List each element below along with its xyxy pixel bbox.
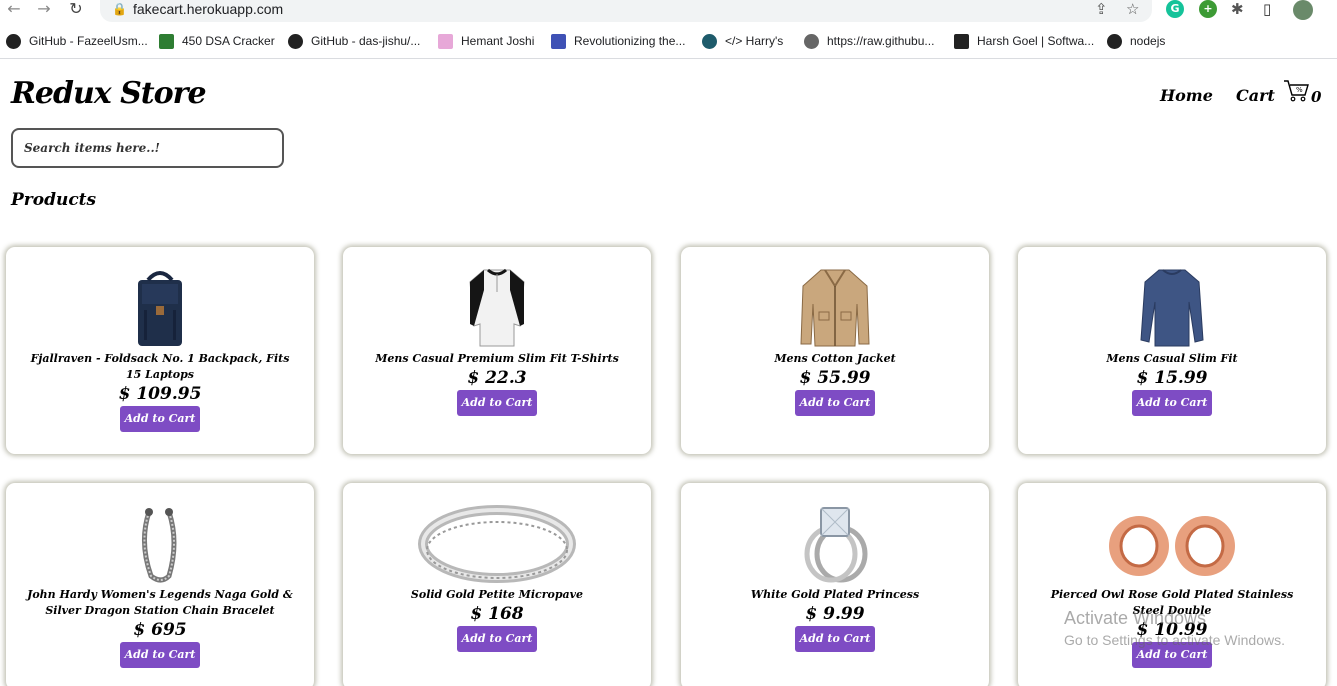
add-to-cart-button[interactable]: Add to Cart [795, 390, 875, 416]
bookmark-item[interactable]: Harsh Goel | Softwa... [954, 32, 1094, 50]
product-title: Mens Casual Slim Fit [1106, 352, 1238, 365]
product-card: Mens Casual Premium Slim Fit T-Shirts $ … [343, 247, 651, 454]
add-to-cart-button[interactable]: Add to Cart [120, 642, 200, 668]
grammarly-icon[interactable]: G [1166, 0, 1184, 18]
bookmark-item[interactable]: Hemant Joshi [438, 32, 534, 50]
product-price: $ 22.3 [467, 368, 527, 388]
product-image [417, 501, 577, 585]
product-card: Mens Casual Slim Fit $ 15.99 Add to Cart [1018, 247, 1326, 454]
brand-logo[interactable]: Redux Store [11, 76, 207, 111]
product-price: $ 55.99 [799, 368, 871, 388]
add-to-cart-button[interactable]: Add to Cart [1132, 390, 1212, 416]
github-icon [6, 33, 21, 49]
product-card: John Hardy Women's Legends Naga Gold & S… [6, 483, 314, 686]
bookmark-item[interactable]: 450 DSA Cracker [159, 32, 275, 50]
bookmark-item[interactable]: https://raw.githubu... [804, 32, 934, 50]
github-icon [1107, 33, 1122, 49]
bookmark-item[interactable]: Revolutionizing the... [551, 32, 685, 50]
activation-watermark-text: Go to Settings to activate Windows. [1064, 632, 1285, 648]
globe-icon [804, 33, 819, 49]
product-card: Pierced Owl Rose Gold Plated Stainless S… [1018, 483, 1326, 686]
product-image [442, 265, 552, 349]
avatar[interactable] [1293, 0, 1313, 20]
activation-watermark-title: Activate Windows [1064, 608, 1207, 628]
product-card: White Gold Plated Princess $ 9.99 Add to… [681, 483, 989, 686]
nav-home[interactable]: Home [1160, 86, 1213, 105]
product-title: John Hardy Women's Legends Naga Gold & S… [27, 588, 293, 617]
bookmark-item[interactable]: GitHub - das-jishu/... [288, 32, 420, 50]
product-card: Solid Gold Petite Micropave $ 168 Add to… [343, 483, 651, 686]
product-image [105, 501, 215, 585]
bookmark-star-icon[interactable]: ☆ [1126, 0, 1139, 18]
product-title: Solid Gold Petite Micropave [410, 588, 584, 601]
product-price: $ 9.99 [805, 604, 865, 624]
product-image [780, 501, 890, 585]
site-icon [438, 33, 453, 49]
puzzle-icon[interactable]: ✱ [1231, 0, 1244, 18]
product-title: White Gold Plated Princess [750, 588, 920, 601]
github-icon [288, 33, 303, 49]
bookmark-item[interactable]: GitHub - FazeelUsm... [6, 32, 148, 50]
products-heading: Products [11, 190, 97, 210]
product-image [1097, 501, 1247, 585]
side-panel-icon[interactable]: ▯ [1263, 0, 1271, 18]
back-icon[interactable]: ← [4, 0, 24, 18]
cart-count: 0 [1311, 88, 1322, 106]
product-image [1117, 265, 1227, 349]
nav-cart[interactable]: Cart [1236, 86, 1275, 105]
site-icon [702, 33, 717, 49]
divider [0, 58, 1337, 59]
add-to-cart-button[interactable]: Add to Cart [795, 626, 875, 652]
add-to-cart-button[interactable]: Add to Cart [457, 390, 537, 416]
bookmarks-bar: GitHub - FazeelUsm... 450 DSA Cracker Gi… [0, 28, 1337, 54]
forward-icon[interactable]: → [34, 0, 54, 18]
lock-icon: 🔒 [112, 2, 127, 16]
product-title: Fjallraven - Foldsack No. 1 Backpack, Fi… [30, 352, 290, 381]
cracker-icon [159, 33, 174, 49]
product-price: $ 109.95 [118, 384, 202, 404]
search-input[interactable] [11, 128, 284, 168]
bookmark-item[interactable]: nodejs [1107, 32, 1165, 50]
product-price: $ 695 [133, 620, 187, 640]
product-price: $ 168 [470, 604, 524, 624]
address-bar[interactable]: 🔒 fakecart.herokuapp.com ⇪ ☆ [100, 0, 1152, 22]
reload-icon[interactable]: ↻ [66, 0, 86, 18]
site-icon [954, 33, 969, 49]
product-image [780, 265, 890, 349]
product-title: Mens Casual Premium Slim Fit T-Shirts [375, 352, 619, 365]
share-icon[interactable]: ⇪ [1095, 0, 1108, 18]
product-card: Fjallraven - Foldsack No. 1 Backpack, Fi… [6, 247, 314, 454]
add-to-cart-button[interactable]: Add to Cart [120, 406, 200, 432]
browser-toolbar: ← → ↻ 🔒 fakecart.herokuapp.com ⇪ ☆ G + ✱… [0, 0, 1337, 24]
extension-plus-icon[interactable]: + [1199, 0, 1217, 18]
add-to-cart-button[interactable]: Add to Cart [457, 626, 537, 652]
product-title: Mens Cotton Jacket [774, 352, 896, 365]
bookmark-item[interactable]: </> Harry's [702, 32, 783, 50]
svg-text:%: % [1296, 86, 1303, 94]
site-icon [551, 33, 566, 49]
url-text[interactable]: fakecart.herokuapp.com [133, 1, 283, 17]
product-card: Mens Cotton Jacket $ 55.99 Add to Cart [681, 247, 989, 454]
product-image [105, 265, 215, 349]
cart-icon[interactable]: % [1283, 78, 1309, 104]
product-price: $ 15.99 [1136, 368, 1208, 388]
